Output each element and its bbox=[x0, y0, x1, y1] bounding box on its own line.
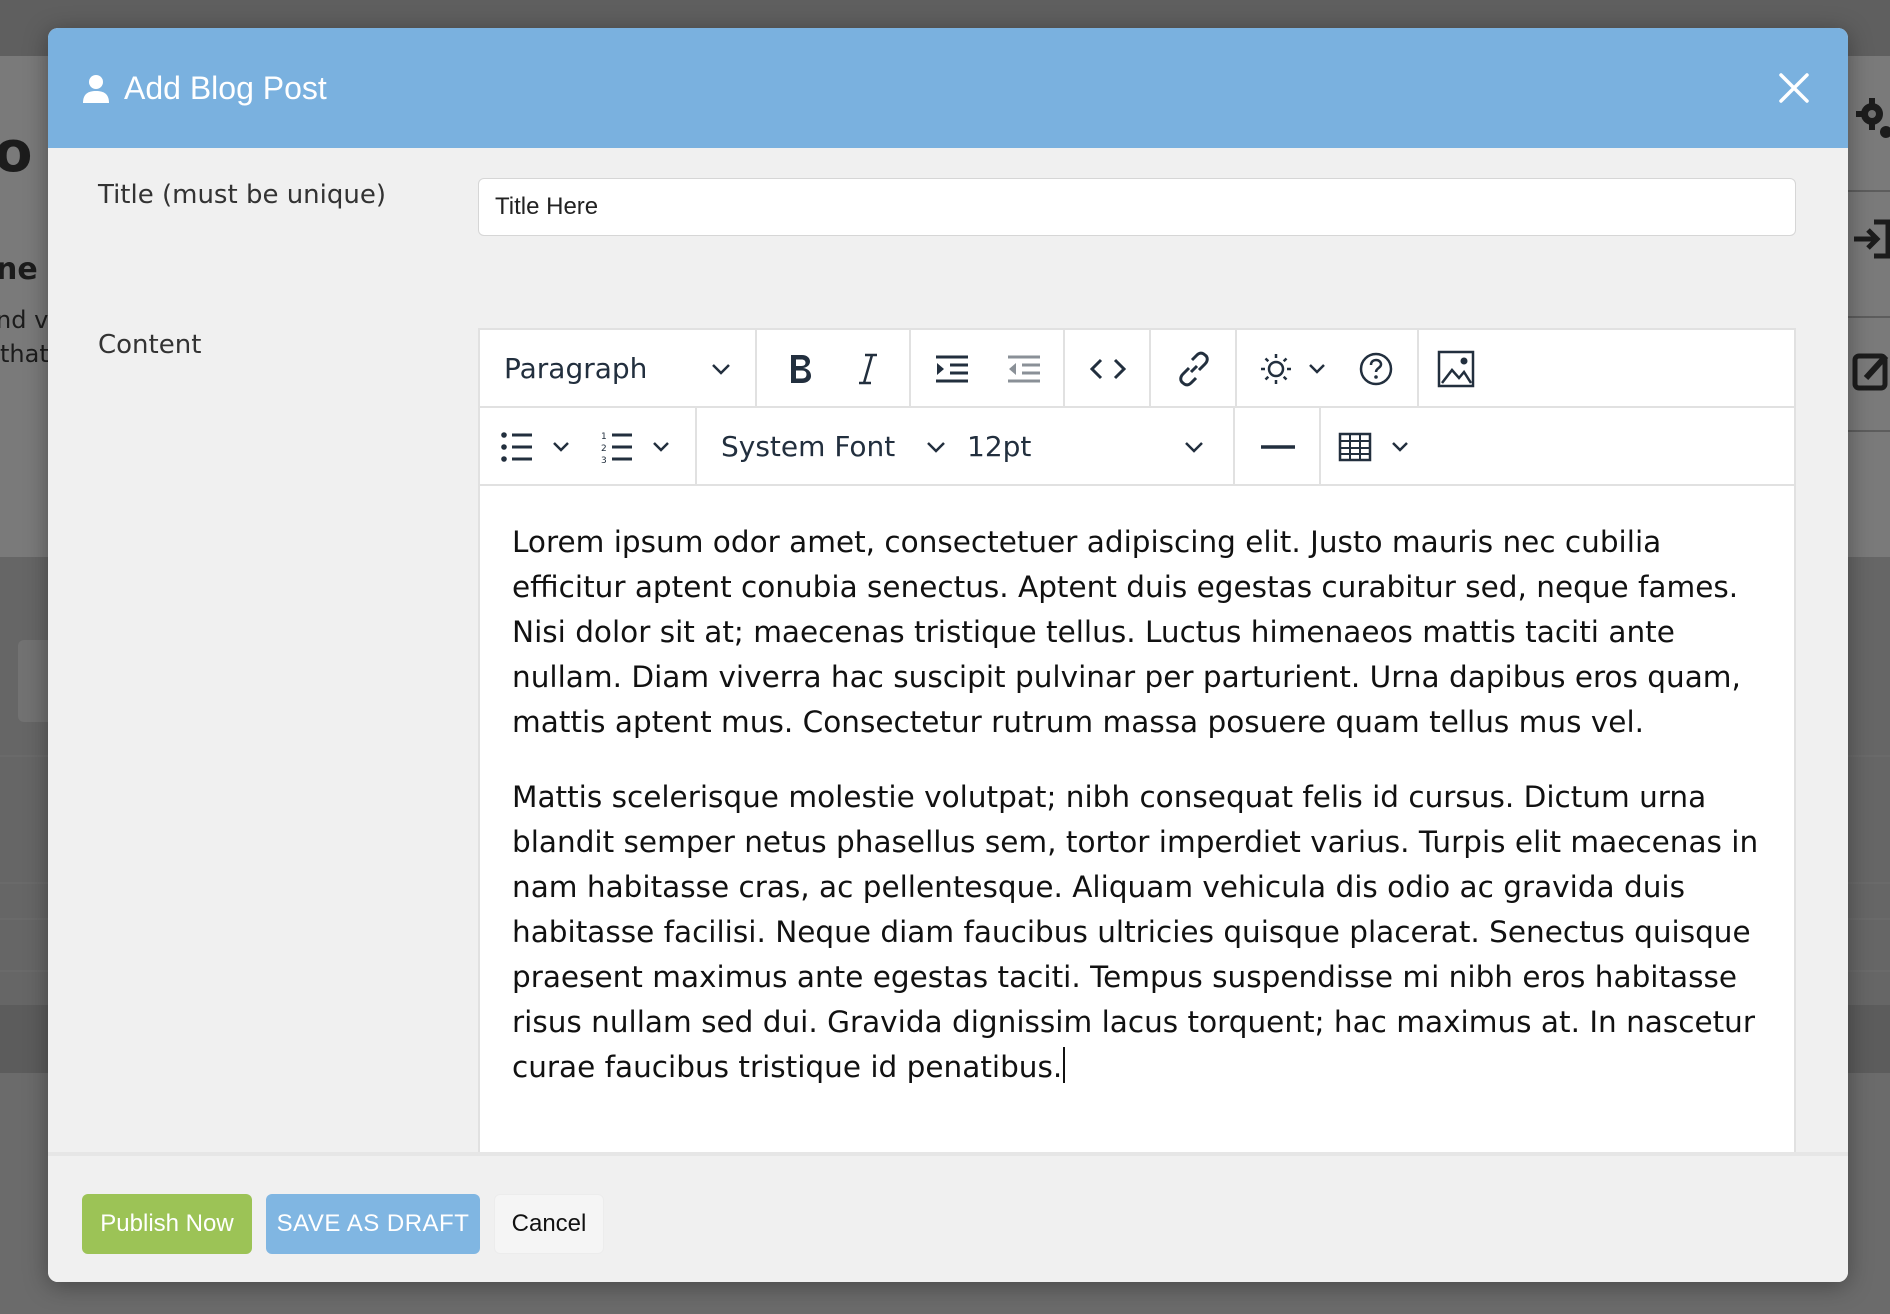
horizontal-rule-group bbox=[1235, 408, 1321, 484]
background-subheading: ne bbox=[0, 252, 38, 287]
save-as-draft-button[interactable]: SAVE AS DRAFT bbox=[266, 1194, 480, 1254]
sign-in-icon bbox=[1854, 219, 1890, 259]
numbered-list-button[interactable]: 1 2 3 bbox=[598, 426, 678, 468]
svg-text:1: 1 bbox=[601, 432, 607, 442]
bullet-list-button[interactable] bbox=[496, 426, 576, 468]
font-size-value: 12pt bbox=[967, 430, 1032, 463]
chevron-down-icon bbox=[1185, 442, 1203, 453]
code-group bbox=[1065, 330, 1151, 406]
background-divider bbox=[1842, 430, 1890, 432]
rich-text-editor: Paragraph 1 2 3 System Font 12pt Lorem i… bbox=[478, 328, 1796, 1282]
editor-toolbar-secondary: 1 2 3 System Font 12pt bbox=[480, 408, 1794, 486]
content-paragraph: Mattis scelerisque molestie volutpat; ni… bbox=[512, 775, 1762, 1090]
block-format-select[interactable]: Paragraph bbox=[480, 330, 757, 406]
edit-icon bbox=[1852, 353, 1889, 391]
help-icon bbox=[1359, 352, 1393, 386]
text-caret bbox=[1063, 1047, 1066, 1083]
editor-content[interactable]: Lorem ipsum odor amet, consectetuer adip… bbox=[512, 520, 1762, 1120]
indent-icon bbox=[936, 355, 968, 383]
cancel-button[interactable]: Cancel bbox=[494, 1194, 604, 1254]
outdent-icon bbox=[1008, 355, 1040, 383]
link-button[interactable] bbox=[1173, 348, 1215, 390]
gears-icon bbox=[1856, 98, 1890, 138]
background-text-line: that bbox=[0, 340, 49, 368]
indent-button[interactable] bbox=[931, 348, 973, 390]
title-label: Title (must be unique) bbox=[98, 180, 387, 210]
background-divider bbox=[1842, 316, 1890, 318]
font-family-select[interactable]: System Font bbox=[697, 408, 967, 484]
svg-text:3: 3 bbox=[601, 456, 607, 465]
modal-footer: Publish Now SAVE AS DRAFT Cancel bbox=[48, 1152, 1848, 1282]
close-icon[interactable] bbox=[1774, 68, 1814, 108]
list-group: 1 2 3 bbox=[480, 408, 697, 484]
link-group bbox=[1151, 330, 1237, 406]
outdent-button[interactable] bbox=[1003, 348, 1045, 390]
theme-help-group bbox=[1237, 330, 1419, 406]
image-button[interactable] bbox=[1435, 348, 1477, 390]
help-button[interactable] bbox=[1355, 348, 1397, 390]
chevron-down-icon bbox=[712, 364, 730, 375]
chevron-down-icon bbox=[927, 442, 945, 453]
theme-button[interactable] bbox=[1257, 348, 1333, 390]
table-button[interactable] bbox=[1337, 426, 1417, 468]
indent-group bbox=[911, 330, 1065, 406]
code-icon bbox=[1090, 358, 1126, 380]
table-icon bbox=[1338, 432, 1408, 462]
italic-icon bbox=[859, 353, 877, 385]
svg-text:2: 2 bbox=[601, 444, 607, 454]
modal-title: Add Blog Post bbox=[124, 70, 327, 106]
bold-icon bbox=[791, 355, 811, 383]
user-icon bbox=[83, 75, 109, 103]
content-paragraph: Lorem ipsum odor amet, consectetuer adip… bbox=[512, 525, 1741, 739]
image-icon bbox=[1437, 350, 1475, 388]
block-format-value: Paragraph bbox=[504, 352, 648, 385]
background-divider bbox=[1842, 190, 1890, 192]
link-icon bbox=[1179, 351, 1209, 387]
content-label: Content bbox=[98, 330, 202, 360]
bold-button[interactable] bbox=[779, 348, 821, 390]
font-size-select[interactable]: 12pt bbox=[967, 408, 1235, 484]
horizontal-rule-button[interactable] bbox=[1257, 426, 1299, 468]
numbered-list-icon: 1 2 3 bbox=[601, 432, 669, 465]
title-input[interactable] bbox=[478, 178, 1796, 236]
publish-now-button[interactable]: Publish Now bbox=[82, 1194, 252, 1254]
editor-toolbar-primary: Paragraph bbox=[480, 330, 1794, 408]
font-family-value: System Font bbox=[721, 430, 896, 463]
italic-button[interactable] bbox=[847, 348, 889, 390]
text-style-group bbox=[757, 330, 911, 406]
bullet-list-icon bbox=[501, 432, 569, 462]
add-blog-post-modal: Add Blog Post Title (must be unique) Con… bbox=[48, 28, 1848, 1282]
background-text-line: nd v bbox=[0, 306, 49, 334]
code-button[interactable] bbox=[1087, 348, 1129, 390]
content-paragraph-text: Mattis scelerisque molestie volutpat; ni… bbox=[512, 780, 1759, 1084]
modal-header: Add Blog Post bbox=[48, 28, 1848, 148]
horizontal-rule-icon bbox=[1261, 445, 1295, 449]
theme-icon bbox=[1261, 354, 1325, 384]
